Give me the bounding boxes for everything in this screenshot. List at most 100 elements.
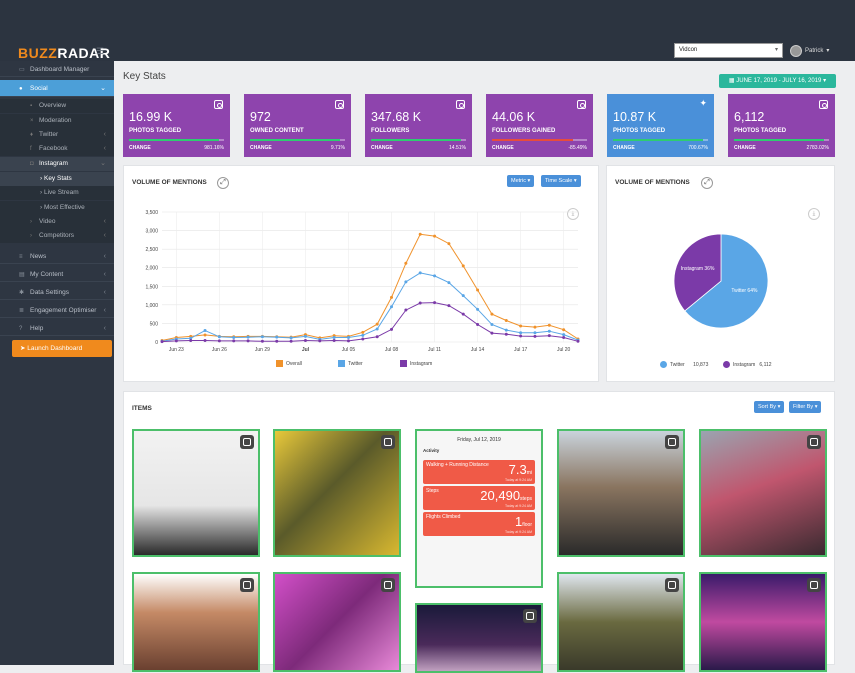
expand-icon[interactable]: ⤢ (217, 177, 229, 189)
stat-card-owned-content[interactable]: 972 OWNED CONTENT CHANGE 9.71% (244, 94, 351, 157)
account-select[interactable]: Vidcon ▾ (674, 43, 783, 58)
item-photo[interactable] (273, 572, 401, 672)
sidebar-item-label: Overview (39, 102, 67, 109)
stat-progress (371, 139, 466, 141)
item-activity-card[interactable]: Friday, Jul 12, 2019 Activity Walking + … (415, 429, 543, 588)
stat-label: PHOTOS TAGGED (129, 128, 182, 134)
sidebar-item-competitors[interactable]: › Competitors ‹ (0, 229, 114, 243)
y-tick-label: 3,500 (145, 210, 158, 216)
data-point (375, 322, 379, 326)
chevron-left-icon: ‹ (103, 325, 106, 332)
data-point (160, 340, 164, 344)
stat-change-value: 981.16% (204, 145, 224, 151)
expand-icon[interactable]: ⤢ (701, 177, 713, 189)
stat-card-photos-tagged[interactable]: 16.99 K PHOTOS TAGGED CHANGE 981.16% (123, 94, 230, 157)
data-point (217, 339, 221, 343)
sidebar-item-my-content[interactable]: ▤ My Content ‹ (0, 267, 114, 282)
chevron-left-icon: ‹ (103, 218, 106, 225)
y-tick-label: 1,000 (145, 303, 158, 309)
data-point (447, 242, 451, 246)
sidebar-item-label: Twitter (39, 131, 59, 138)
sidebar-item-facebook[interactable]: f Facebook ‹ (0, 142, 114, 156)
stat-change-label: CHANGE (250, 145, 272, 151)
sidebar-item-data-settings[interactable]: ✱ Data Settings ‹ (0, 285, 114, 300)
item-photo[interactable] (132, 429, 260, 557)
time-scale-button[interactable]: Time Scale ▾ (541, 175, 581, 187)
data-point (361, 337, 365, 341)
activity-unit: mi (526, 470, 532, 476)
data-point (289, 339, 293, 343)
sidebar-item-moderation[interactable]: × Moderation (0, 114, 114, 128)
sidebar-item-engagement-optimiser[interactable]: ≣ Engagement Optimiser ‹ (0, 303, 114, 318)
data-point (547, 334, 551, 338)
twitter-icon: ♦ (30, 132, 34, 138)
item-photo[interactable] (273, 429, 401, 557)
stat-card-followers-gained[interactable]: 44.06 K FOLLOWERS GAINED CHANGE -85.49% (486, 94, 593, 157)
item-photo[interactable] (557, 429, 685, 557)
activity-unit: floor (522, 522, 532, 528)
activity-sub: Today at 9:24 AM (504, 530, 532, 534)
data-point (533, 325, 537, 329)
data-point (562, 328, 566, 332)
sidebar-item-live-stream[interactable]: › Live Stream (0, 186, 114, 200)
line-chart: 0 500 1,000 1,500 2,000 2,500 3,000 3,500 Jun 23… (145, 210, 580, 353)
data-point (519, 331, 523, 335)
stat-card-followers[interactable]: 347.68 K FOLLOWERS CHANGE 14.51% (365, 94, 472, 157)
sidebar-item-twitter[interactable]: ♦ Twitter ‹ (0, 128, 114, 142)
metric-button[interactable]: Metric ▾ (507, 175, 535, 187)
sidebar-item-overview[interactable]: ▪ Overview (0, 99, 114, 113)
filter-by-label: Filter By (793, 404, 814, 410)
sidebar-item-social[interactable]: ● Social ⌄ (0, 80, 114, 97)
sidebar-item-instagram[interactable]: ◘ Instagram ⌄ (0, 157, 114, 171)
menu-toggle-icon[interactable]: ☰ (96, 46, 104, 57)
data-point (461, 264, 465, 268)
legend-label: Overall (286, 360, 302, 367)
data-point (547, 329, 551, 333)
sidebar-item-help[interactable]: ? Help ‹ (0, 321, 114, 336)
data-point (562, 336, 566, 340)
filter-by-button[interactable]: Filter By ▾ (789, 401, 822, 413)
rss-icon: ≡ (19, 254, 23, 260)
legend-label: Twitter (670, 361, 685, 368)
data-point (433, 234, 437, 238)
sidebar-item-key-stats[interactable]: › Key Stats (0, 172, 114, 186)
legend-instagram: Instagram (400, 360, 432, 367)
data-point (562, 333, 566, 337)
sort-by-button[interactable]: Sort By ▾ (754, 401, 785, 413)
sliders-icon: ≣ (19, 308, 25, 314)
y-tick-label: 2,500 (145, 247, 158, 253)
data-point (504, 318, 508, 322)
launch-dashboard-button[interactable]: ➤ Launch Dashboard (12, 340, 112, 357)
sidebar-item-most-effective[interactable]: › Most Effective (0, 201, 114, 215)
x-tick-label: Jul 14 (471, 347, 485, 353)
user-menu[interactable]: Patrick ▾ (790, 43, 829, 58)
stat-card-instagram-photos-tagged[interactable]: 6,112 PHOTOS TAGGED CHANGE 2783.02% (728, 94, 835, 157)
date-range-value: JUNE 17, 2019 - JULY 16, 2019 (736, 78, 822, 84)
x-tick-label: Jul 08 (385, 347, 399, 353)
activity-value: 7.3 (508, 462, 527, 477)
sidebar-item-news[interactable]: ≡ News ‹ (0, 249, 114, 264)
sidebar-item-dashboard-manager[interactable]: ▭ Dashboard Manager (0, 62, 114, 77)
series-line-overall (161, 233, 579, 341)
instagram-icon (807, 578, 821, 592)
pie-label: Instagram 36% (681, 266, 715, 272)
stat-change-value: 9.71% (330, 145, 345, 151)
stat-change-value: -85.49% (568, 145, 587, 151)
gear-icon: ✱ (19, 290, 25, 296)
user-name: Patrick (805, 47, 824, 54)
stat-label: FOLLOWERS (371, 128, 410, 134)
item-photo[interactable] (699, 429, 827, 557)
data-point (547, 323, 551, 327)
item-photo[interactable] (699, 572, 827, 672)
stat-card-twitter-photos-tagged[interactable]: ✦ 10.87 K PHOTOS TAGGED CHANGE 700.67% (607, 94, 714, 157)
data-point (576, 339, 580, 343)
date-range-picker[interactable]: ▦ JUNE 17, 2019 - JULY 16, 2019 ▾ (719, 74, 836, 88)
data-point (476, 307, 480, 311)
item-photo[interactable] (415, 603, 543, 673)
item-photo[interactable] (557, 572, 685, 672)
activity-date: Friday, Jul 12, 2019 (457, 437, 501, 443)
item-photo[interactable] (132, 572, 260, 672)
instagram-icon (665, 578, 679, 592)
x-tick-label: Jul 05 (342, 347, 356, 353)
sidebar-item-video[interactable]: › Video ‹ (0, 215, 114, 229)
